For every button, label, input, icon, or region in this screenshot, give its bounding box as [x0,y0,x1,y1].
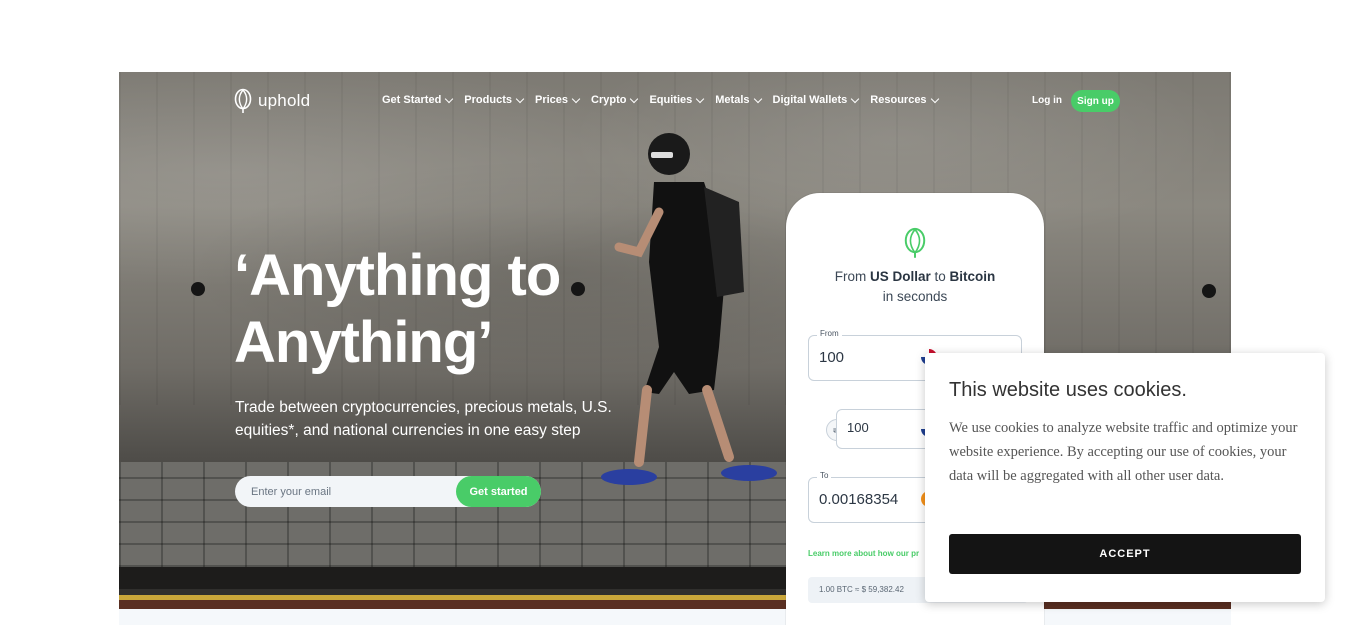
learn-more-link[interactable]: Learn more about how our pr [808,549,919,558]
logo-text: uphold [258,91,311,110]
login-link[interactable]: Log in [1032,95,1062,106]
widget-title: From US Dollar to Bitcoin in seconds [786,267,1044,307]
cookie-title: This website uses cookies. [949,379,1187,401]
nav-item-products[interactable]: Products [464,94,525,106]
chevron-down-icon [930,94,939,103]
nav-item-equities[interactable]: Equities [649,94,705,106]
headline-line-1: ‘Anything to [234,243,561,308]
headline-line-2: Anything’ [234,310,493,375]
to-label: To [817,471,832,480]
wall-bolt [571,282,585,296]
exchange-rate-text: 1.00 BTC ≈ $ 59,382.42 [819,585,904,594]
nav-label: Resources [870,94,927,106]
chevron-down-icon [696,94,705,103]
chevron-down-icon [515,94,525,103]
nav-item-resources[interactable]: Resources [870,94,939,106]
from-amount-value: 100 [819,349,845,366]
get-started-button[interactable]: Get started [456,476,541,507]
nav-item-prices[interactable]: Prices [534,94,581,106]
widget-title-text: From [834,269,867,284]
cookie-body: We use cookies to analyze website traffi… [949,420,1298,484]
uphold-logo[interactable]: uphold [234,88,310,114]
uphold-logo-icon [234,88,252,113]
hero-headline: ‘Anything to Anything’ [234,242,561,376]
nav-label: Prices [534,94,569,106]
nav-label: Products [464,94,512,106]
signup-button[interactable]: Sign up [1071,90,1120,112]
chevron-down-icon [445,94,454,103]
main-nav: Get Started Products Prices Crypto Equit… [382,94,950,106]
email-input[interactable] [235,476,465,507]
nav-item-metals[interactable]: Metals [715,94,762,106]
uphold-logo-icon [904,227,926,258]
email-signup-form: Get started [235,476,541,507]
chevron-down-icon [571,94,581,103]
to-amount-value: 0.00168354 [819,491,899,508]
cookie-banner: This website uses cookies. We use cookie… [925,353,1325,602]
nav-item-crypto[interactable]: Crypto [591,94,639,106]
nav-label: Digital Wallets [772,94,848,106]
accept-cookies-button[interactable]: ACCEPT [949,534,1301,574]
hero-subtitle: Trade between cryptocurrencies, precious… [235,399,612,439]
nav-label: Crypto [591,94,627,106]
nav-label: Equities [649,94,693,106]
widget-title-text: to [934,269,946,284]
widget-to-currency: Bitcoin [949,269,996,284]
mid-amount-value: 100 [847,420,869,435]
chevron-down-icon [851,94,860,103]
chevron-down-icon [753,94,762,103]
nav-label: Metals [715,94,750,106]
nav-item-digital-wallets[interactable]: Digital Wallets [772,94,860,106]
from-label: From [817,329,842,338]
wall-bolt [191,282,205,296]
nav-item-get-started[interactable]: Get Started [382,94,454,106]
widget-from-currency: US Dollar [869,269,931,284]
wall-bolt [1202,284,1216,298]
nav-label: Get Started [382,94,442,106]
widget-title-line-2: in seconds [882,289,948,304]
chevron-down-icon [630,94,639,103]
